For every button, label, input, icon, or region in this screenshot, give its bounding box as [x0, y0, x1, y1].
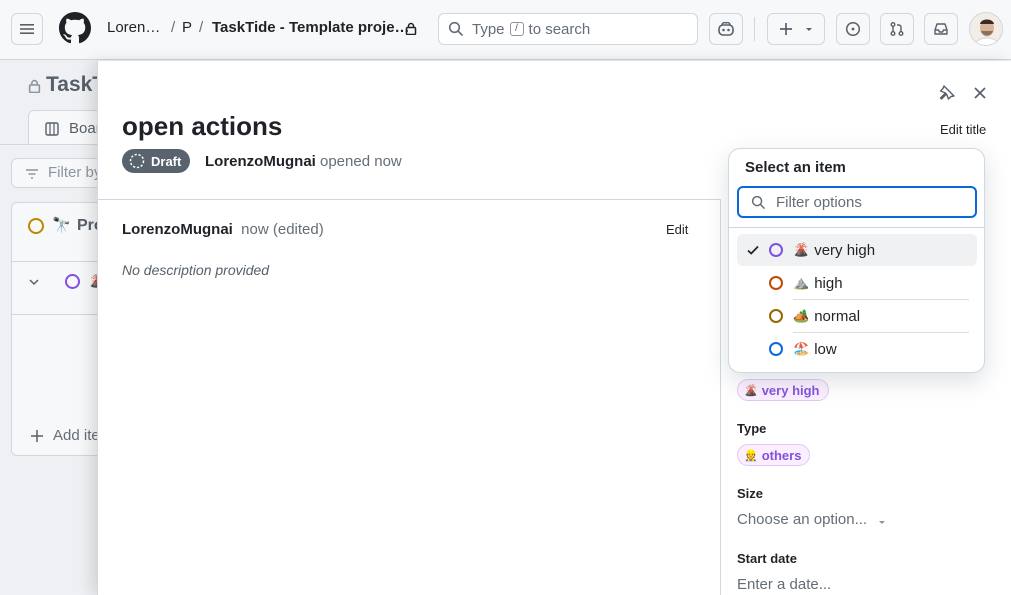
filter-options-input[interactable]: Filter options [737, 186, 977, 218]
chevron-down-icon [806, 28, 812, 31]
issue-title: open actions [122, 111, 283, 141]
search-suffix: to search [528, 20, 591, 38]
column-status-icon [28, 218, 44, 234]
size-label: Size [737, 486, 764, 501]
option-label: normal [814, 307, 861, 325]
board-icon [45, 122, 59, 136]
inbox-icon [934, 23, 948, 35]
pull-request-icon [890, 22, 904, 36]
search-prefix: Type [472, 20, 505, 38]
breadcrumb-separator: / [199, 19, 204, 36]
type-value: others [761, 447, 802, 463]
mountain-icon: ⛰️ [793, 275, 810, 290]
pin-icon[interactable] [938, 84, 956, 102]
breadcrumb-project[interactable]: TaskTide - Template proje… [212, 19, 410, 36]
filter-icon [26, 169, 38, 179]
copilot-icon [718, 21, 734, 36]
chevron-down-icon[interactable] [28, 276, 40, 288]
column-divider [12, 261, 110, 262]
plus-icon [780, 23, 792, 35]
board-column: 🔭 Pro 🌋 Add ite [11, 202, 111, 456]
dropdown-divider [729, 227, 984, 228]
user-avatar-icon [970, 13, 1002, 45]
option-status-circle [769, 243, 783, 257]
breadcrumb-project-short[interactable]: P [182, 19, 192, 36]
comment-body: No description provided [122, 262, 270, 278]
lock-icon [28, 79, 41, 98]
type-value-pill[interactable]: 👷 others [737, 444, 811, 466]
item-status-icon [65, 274, 80, 289]
breadcrumb-owner[interactable]: Loren… [107, 19, 160, 36]
option-status-circle [769, 276, 783, 290]
issue-icon [845, 21, 861, 37]
create-new-button[interactable] [767, 13, 825, 45]
size-placeholder: Choose an option... [737, 511, 868, 528]
type-label: Type [737, 421, 767, 436]
comment-time: now (edited) [241, 221, 324, 238]
search-shortcut-key: / [509, 22, 524, 36]
filter-options-placeholder: Filter options [776, 193, 862, 211]
volcano-icon: 🌋 [744, 384, 758, 397]
tab-board-label: Boar [69, 120, 101, 137]
camping-icon: 🏕️ [793, 308, 810, 323]
header-divider [98, 199, 720, 200]
tab-board[interactable]: Boar [28, 110, 108, 144]
option-normal[interactable]: 🏕️ normal [737, 300, 977, 332]
copilot-button[interactable] [709, 13, 743, 45]
opened-info: LorenzoMugnai opened now [205, 153, 402, 170]
inbox-button[interactable] [924, 13, 958, 45]
option-status-circle [769, 309, 783, 323]
opened-text: opened now [320, 153, 402, 170]
header-divider [754, 17, 755, 41]
pull-requests-button[interactable] [880, 13, 914, 45]
breadcrumb-separator: / [171, 19, 176, 36]
search-icon [448, 21, 464, 37]
option-high[interactable]: ⛰️ high [737, 267, 977, 299]
draft-icon [129, 153, 145, 169]
volcano-icon: 🌋 [793, 242, 810, 257]
row-divider [12, 314, 110, 315]
option-very-high[interactable]: 🌋 very high [737, 234, 977, 266]
status-badge: Draft [122, 149, 191, 173]
avatar[interactable] [969, 12, 1003, 46]
issues-button[interactable] [836, 13, 870, 45]
comment-author[interactable]: LorenzoMugnai [122, 221, 233, 238]
add-item-button[interactable]: Add ite [53, 427, 100, 444]
beach-icon: 🏖️ [793, 341, 810, 356]
check-icon [747, 245, 759, 255]
comment-header: LorenzoMugnai now (edited) [122, 221, 324, 238]
menu-button[interactable] [11, 13, 43, 45]
option-low[interactable]: 🏖️ low [737, 333, 977, 365]
lock-icon [405, 22, 417, 40]
tab-divider [0, 144, 97, 145]
filter-placeholder: Filter by [48, 164, 102, 181]
option-label: high [814, 274, 843, 292]
priority-value-pill[interactable]: 🌋 very high [737, 379, 829, 401]
hamburger-icon [20, 24, 34, 34]
plus-icon [31, 430, 43, 442]
opened-author[interactable]: LorenzoMugnai [205, 153, 316, 170]
search-icon [751, 195, 766, 209]
top-header: Loren… / P / TaskTide - Template proje… … [0, 0, 1011, 60]
option-status-circle [769, 342, 783, 356]
option-label: very high [814, 241, 876, 259]
option-label: low [814, 340, 837, 358]
edit-title-button[interactable]: Edit title [940, 122, 986, 137]
telescope-icon: 🔭 [52, 217, 71, 234]
filter-input[interactable]: Filter by [11, 158, 111, 188]
comment-edit-button[interactable]: Edit [666, 222, 688, 237]
start-date-label: Start date [737, 551, 797, 566]
search-input[interactable]: Type / to search [438, 13, 698, 45]
chevron-down-icon [879, 520, 886, 524]
size-select[interactable]: Choose an option... [737, 511, 887, 528]
start-date-input[interactable]: Enter a date... [737, 576, 831, 593]
sidebar-divider [720, 199, 721, 595]
github-logo-icon[interactable] [59, 12, 91, 49]
priority-value: very high [761, 382, 820, 398]
close-icon[interactable] [973, 86, 987, 100]
priority-dropdown: Select an item Filter options 🌋 very hig… [728, 148, 985, 373]
status-badge-label: Draft [151, 153, 182, 169]
dropdown-title: Select an item [745, 159, 846, 176]
construction-worker-icon: 👷 [744, 449, 758, 462]
